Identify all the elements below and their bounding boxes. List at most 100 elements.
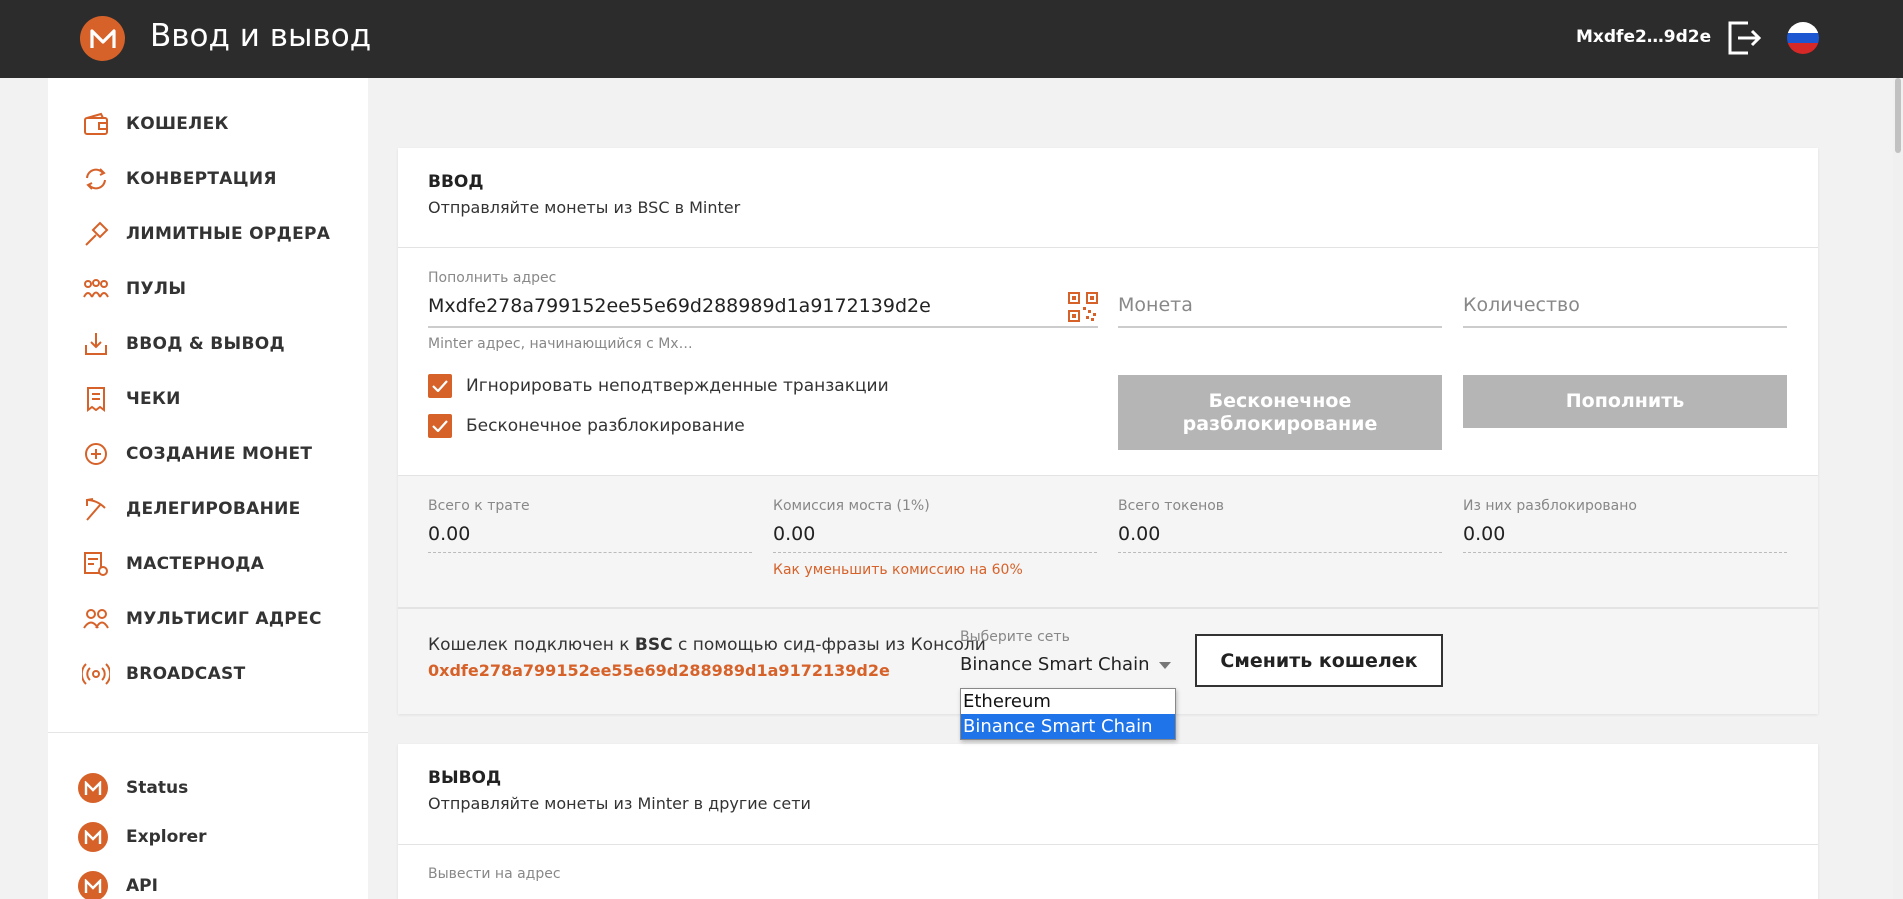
minter-m-icon <box>78 773 108 803</box>
sidebar-item-label: ДЕЛЕГИРОВАНИЕ <box>126 499 301 519</box>
deposit-amount-input[interactable]: Количество <box>1463 294 1580 316</box>
sidebar-item-broadcast[interactable]: BROADCAST <box>80 654 245 694</box>
sidebar-link-label: Status <box>126 778 189 798</box>
reduce-fee-link[interactable]: Как уменьшить комиссию на 60% <box>773 562 1023 578</box>
sidebar-item-label: КОНВЕРТАЦИЯ <box>126 169 277 189</box>
total-tokens-underline <box>1118 552 1442 553</box>
wallet-text-post: с помощью сид-фразы из Консоли <box>672 635 986 655</box>
deposit-totals: Всего к трате 0.00 Комиссия моста (1%) 0… <box>398 475 1818 607</box>
wallet-connection-text: Кошелек подключен к BSC с помощью сид-фр… <box>428 635 986 655</box>
deposit-amount-underline <box>1463 326 1787 328</box>
deposit-coin-input[interactable]: Монета <box>1118 294 1193 316</box>
sidebar-item-label: КОШЕЛЕК <box>126 114 229 134</box>
network-dropdown[interactable]: Ethereum Binance Smart Chain <box>960 688 1176 740</box>
deposit-subtitle: Отправляйте монеты из BSC в Minter <box>428 198 741 217</box>
unlocked-label: Из них разблокировано <box>1463 498 1637 514</box>
deposit-address-label: Пополнить адрес <box>428 270 557 286</box>
total-spend-label: Всего к трате <box>428 498 530 514</box>
sidebar-item-wallet[interactable]: КОШЕЛЕК <box>80 104 229 144</box>
sidebar-item-pools[interactable]: ПУЛЫ <box>80 269 186 309</box>
sidebar-item-label: МАСТЕРНОДА <box>126 554 265 574</box>
checkbox-label: Бесконечное разблокирование <box>466 416 745 436</box>
unlocked-value: 0.00 <box>1463 523 1506 545</box>
bridge-fee-underline <box>773 552 1097 553</box>
total-spend-underline <box>428 552 752 553</box>
unlocked-underline <box>1463 552 1787 553</box>
deposit-address-hint: Minter адрес, начинающийся с Mx… <box>428 336 693 352</box>
minter-m-icon <box>89 28 116 48</box>
withdraw-title: ВЫВОД <box>428 768 502 788</box>
sidebar-link-status[interactable]: Status <box>78 770 188 806</box>
wallet-address[interactable]: 0xdfe278a799152ee55e69d288989d1a9172139d… <box>428 661 890 680</box>
convert-icon <box>80 163 112 195</box>
withdraw-address-label: Вывести на адрес <box>428 866 561 882</box>
sidebar-link-api[interactable]: API <box>78 868 158 899</box>
qr-code-icon[interactable] <box>1068 292 1098 322</box>
network-option-ethereum[interactable]: Ethereum <box>961 689 1175 714</box>
checkbox-checked-icon[interactable] <box>428 374 452 398</box>
network-select-value: Binance Smart Chain <box>960 654 1150 675</box>
sidebar-item-delegation[interactable]: ДЕЛЕГИРОВАНИЕ <box>80 489 301 529</box>
create-coin-icon <box>80 438 112 470</box>
sidebar-item-label: ПУЛЫ <box>126 279 187 299</box>
top-bar: Ввод и вывод Mxdfe2…9d2e <box>0 0 1903 78</box>
wallet-network: BSC <box>634 635 673 655</box>
sidebar-item-limit-orders[interactable]: ЛИМИТНЫЕ ОРДЕРА <box>80 214 330 254</box>
deposit-coin-underline <box>1118 326 1442 328</box>
sidebar-item-label: ВВОД & ВЫВОД <box>126 334 285 354</box>
sidebar-divider <box>48 732 368 733</box>
minter-logo[interactable] <box>80 16 125 61</box>
sidebar-item-create-coin[interactable]: СОЗДАНИЕ МОНЕТ <box>80 434 312 474</box>
sidebar-item-label: ЧЕКИ <box>126 389 181 409</box>
sidebar-item-label: МУЛЬТИСИГ АДРЕС <box>126 609 322 629</box>
account-address[interactable]: Mxdfe2…9d2e <box>1576 27 1711 47</box>
multisig-icon <box>80 603 112 635</box>
minter-m-icon <box>78 822 108 852</box>
sidebar-item-checks[interactable]: ЧЕКИ <box>80 379 181 419</box>
sidebar-item-label: ЛИМИТНЫЕ ОРДЕРА <box>126 224 331 244</box>
deposit-withdraw-icon <box>80 328 112 360</box>
sidebar-item-deposit-withdraw[interactable]: ВВОД & ВЫВОД <box>80 324 285 364</box>
scrollbar-thumb[interactable] <box>1895 78 1901 153</box>
russia-flag-icon[interactable] <box>1787 22 1819 54</box>
logout-icon[interactable] <box>1726 19 1762 57</box>
withdraw-header: ВЫВОД Отправляйте монеты из Minter в дру… <box>398 744 1818 845</box>
check-icon <box>80 383 112 415</box>
deposit-button[interactable]: Пополнить <box>1463 375 1787 428</box>
sidebar-item-multisig[interactable]: МУЛЬТИСИГ АДРЕС <box>80 599 322 639</box>
page-scrollbar[interactable] <box>1893 78 1903 899</box>
wallet-text-pre: Кошелек подключен к <box>428 635 635 655</box>
caret-down-icon <box>1159 655 1172 674</box>
pools-icon <box>80 273 112 305</box>
sidebar-link-explorer[interactable]: Explorer <box>78 819 207 855</box>
page-title: Ввод и вывод <box>150 18 372 54</box>
deposit-header: ВВОД Отправляйте монеты из BSC в Minter <box>398 148 1818 248</box>
sidebar-link-label: API <box>126 876 158 896</box>
bridge-fee-value: 0.00 <box>773 523 816 545</box>
sidebar: КОШЕЛЕК КОНВЕРТАЦИЯ ЛИМИТНЫЕ ОРДЕРА ПУЛЫ… <box>48 78 368 899</box>
bridge-fee-label: Комиссия моста (1%) <box>773 498 930 514</box>
deposit-address-underline <box>428 326 1098 328</box>
checkbox-ignore-unconfirmed[interactable]: Игнорировать неподтвержденные транзакции <box>428 374 889 398</box>
minter-m-icon <box>78 871 108 899</box>
withdraw-panel: ВЫВОД Отправляйте монеты из Minter в дру… <box>398 744 1818 899</box>
network-label: Выберите сеть <box>960 629 1070 645</box>
sidebar-link-label: Explorer <box>126 827 207 847</box>
sidebar-item-convert[interactable]: КОНВЕРТАЦИЯ <box>80 159 277 199</box>
broadcast-icon <box>80 658 112 690</box>
masternode-icon <box>80 548 112 580</box>
network-select[interactable]: Binance Smart Chain <box>960 654 1172 675</box>
deposit-address-input[interactable]: Mxdfe278a799152ee55e69d288989d1a9172139d… <box>428 295 931 317</box>
network-option-bsc[interactable]: Binance Smart Chain <box>961 714 1175 739</box>
infinite-unlock-button[interactable]: Бесконечное разблокирование <box>1118 375 1442 450</box>
deposit-title: ВВОД <box>428 172 484 192</box>
total-spend-value: 0.00 <box>428 523 471 545</box>
checkbox-checked-icon[interactable] <box>428 414 452 438</box>
checkbox-infinite-unlock[interactable]: Бесконечное разблокирование <box>428 414 745 438</box>
change-wallet-button[interactable]: Сменить кошелек <box>1195 634 1443 687</box>
sidebar-item-masternode[interactable]: МАСТЕРНОДА <box>80 544 264 584</box>
deposit-panel: ВВОД Отправляйте монеты из BSC в Minter … <box>398 148 1818 714</box>
sidebar-item-label: СОЗДАНИЕ МОНЕТ <box>126 444 313 464</box>
total-tokens-value: 0.00 <box>1118 523 1161 545</box>
sidebar-item-label: BROADCAST <box>126 664 246 684</box>
